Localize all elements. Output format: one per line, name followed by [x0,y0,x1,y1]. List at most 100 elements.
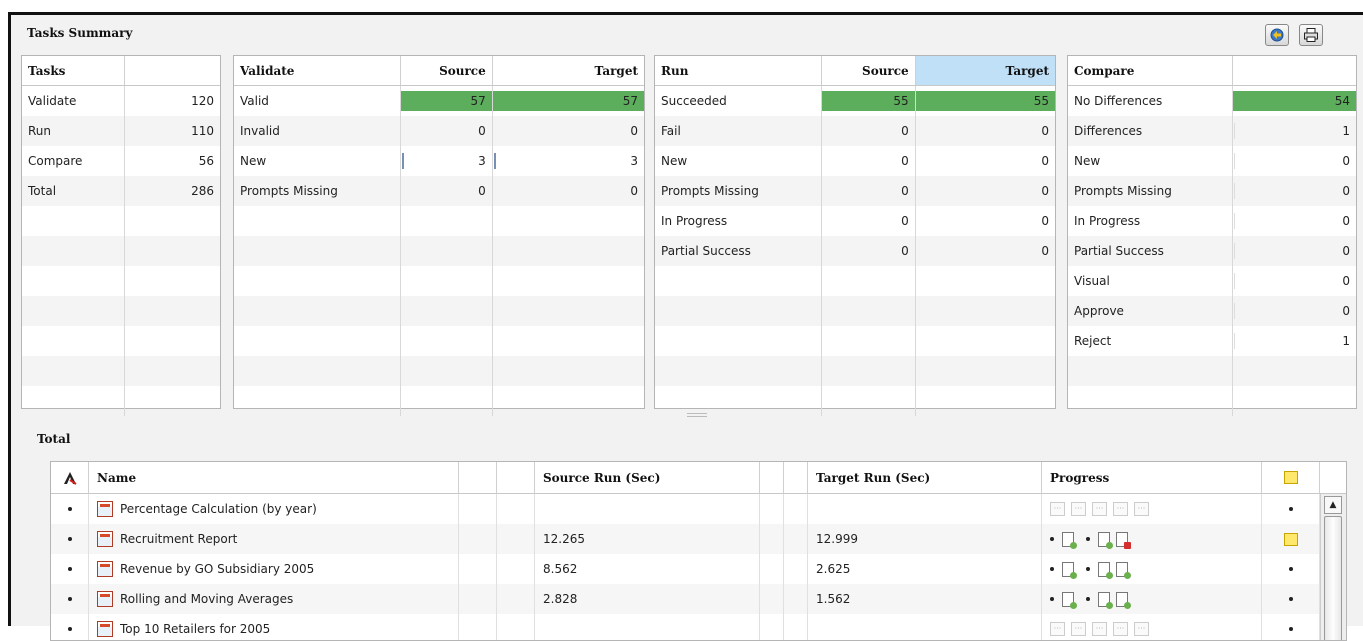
compare-row[interactable]: Prompts Missing 0 [1068,176,1356,206]
run-row[interactable] [655,266,1055,296]
tasks-row[interactable] [22,386,220,416]
task-label: Run [22,116,125,146]
compare-row[interactable] [1068,386,1356,416]
table-row[interactable]: Revenue by GO Subsidiary 2005 8.562 2.625 [51,554,1346,584]
run-row[interactable] [655,296,1055,326]
validate-target-value: 0 [493,116,644,146]
notes-column-header[interactable] [1262,462,1320,493]
run-target-value: 0 [916,236,1055,266]
validate-target-header[interactable]: Target [493,56,644,85]
report-name: Rolling and Moving Averages [120,592,294,606]
run-row[interactable]: Fail 0 0 [655,116,1055,146]
compare-row[interactable]: Partial Success 0 [1068,236,1356,266]
validate-row[interactable] [234,206,644,236]
export-button[interactable] [1265,24,1289,46]
print-button[interactable] [1299,24,1323,46]
run-status-icon [1098,561,1113,579]
progress-column-header[interactable]: Progress [1042,462,1262,493]
tasks-row[interactable] [22,236,220,266]
compare-label: Prompts Missing [1068,176,1233,206]
report-name-cell[interactable]: Percentage Calculation (by year) [89,494,459,524]
task-label: Total [22,176,125,206]
empty-cell [760,524,784,554]
table-row[interactable]: Top 10 Retailers for 2005 ··· ··· ··· ··· ··· [51,614,1346,640]
scroll-thumb[interactable] [1324,516,1342,640]
validate-row[interactable]: Valid 57 57 [234,86,644,116]
validate-row[interactable] [234,386,644,416]
run-row[interactable] [655,356,1055,386]
table-row[interactable]: Rolling and Moving Averages 2.828 1.562 [51,584,1346,614]
run-row[interactable] [655,386,1055,416]
tasks-row[interactable] [22,296,220,326]
task-count [125,386,220,416]
run-source-header[interactable]: Source [822,56,916,85]
compare-row[interactable] [1068,356,1356,386]
compare-row[interactable]: Differences 1 [1068,116,1356,146]
tasks-row[interactable]: Compare 56 [22,146,220,176]
note-cell[interactable] [1262,614,1320,640]
validate-row[interactable] [234,356,644,386]
run-row[interactable]: In Progress 0 0 [655,206,1055,236]
run-source-value: 55 [822,86,916,116]
sort-header[interactable] [51,462,89,493]
validate-row[interactable] [234,236,644,266]
compare-row[interactable]: Approve 0 [1068,296,1356,326]
table-row[interactable]: Percentage Calculation (by year) ··· ··· ··… [51,494,1346,524]
report-name-cell[interactable]: Revenue by GO Subsidiary 2005 [89,554,459,584]
run-label: Succeeded [655,86,823,116]
note-cell[interactable] [1262,524,1320,554]
report-name-cell[interactable]: Recruitment Report [89,524,459,554]
validate-source-header[interactable]: Source [401,56,493,85]
run-row[interactable]: Succeeded 55 55 [655,86,1055,116]
validate-source-value: 0 [401,116,493,146]
compare-row[interactable]: Visual 0 [1068,266,1356,296]
tasks-row[interactable]: Validate 120 [22,86,220,116]
tasks-row[interactable] [22,326,220,356]
tasks-row[interactable] [22,206,220,236]
report-name-cell[interactable]: Top 10 Retailers for 2005 [89,614,459,640]
compare-row[interactable]: New 0 [1068,146,1356,176]
run-label [655,356,823,386]
note-cell[interactable] [1262,494,1320,524]
compare-label [1068,386,1233,416]
validate-row[interactable] [234,326,644,356]
tasks-row[interactable]: Run 110 [22,116,220,146]
run-row[interactable]: New 0 0 [655,146,1055,176]
scroll-up-button[interactable]: ▲ [1324,496,1342,514]
note-cell[interactable] [1262,584,1320,614]
tasks-row[interactable] [22,356,220,386]
source-run-cell [535,494,760,524]
pending-icon: ··· [1113,622,1128,636]
run-target-header[interactable]: Target [915,56,1055,85]
validate-row[interactable]: Prompts Missing 0 0 [234,176,644,206]
validate-row[interactable]: New 3 3 [234,146,644,176]
tasks-row[interactable]: Total 286 [22,176,220,206]
note-cell[interactable] [1262,554,1320,584]
run-row[interactable]: Partial Success 0 0 [655,236,1055,266]
source-run-column-header[interactable]: Source Run (Sec) [535,462,760,493]
vertical-scrollbar[interactable]: ▲ [1320,494,1346,640]
run-target-value: 0 [916,116,1055,146]
tasks-row[interactable] [22,266,220,296]
note-icon [1283,532,1298,546]
compare-value: 0 [1233,206,1356,236]
compare-row[interactable]: No Differences 54 [1068,86,1356,116]
table-row[interactable]: Recruitment Report 12.265 12.999 [51,524,1346,554]
task-count [125,236,220,266]
compare-row[interactable]: In Progress 0 [1068,206,1356,236]
panel-splitter[interactable] [687,413,707,417]
run-target-value [916,296,1055,326]
validate-row[interactable]: Invalid 0 0 [234,116,644,146]
compare-row[interactable]: Reject 1 [1068,326,1356,356]
validate-row[interactable] [234,296,644,326]
run-row[interactable] [655,326,1055,356]
report-name-cell[interactable]: Rolling and Moving Averages [89,584,459,614]
run-target-value: 0 [916,206,1055,236]
source-run-cell [535,614,760,640]
name-column-header[interactable]: Name [89,462,459,493]
target-run-column-header[interactable]: Target Run (Sec) [808,462,1042,493]
validate-row[interactable] [234,266,644,296]
validate-label [234,386,402,416]
run-row[interactable]: Prompts Missing 0 0 [655,176,1055,206]
note-icon [1283,471,1298,484]
